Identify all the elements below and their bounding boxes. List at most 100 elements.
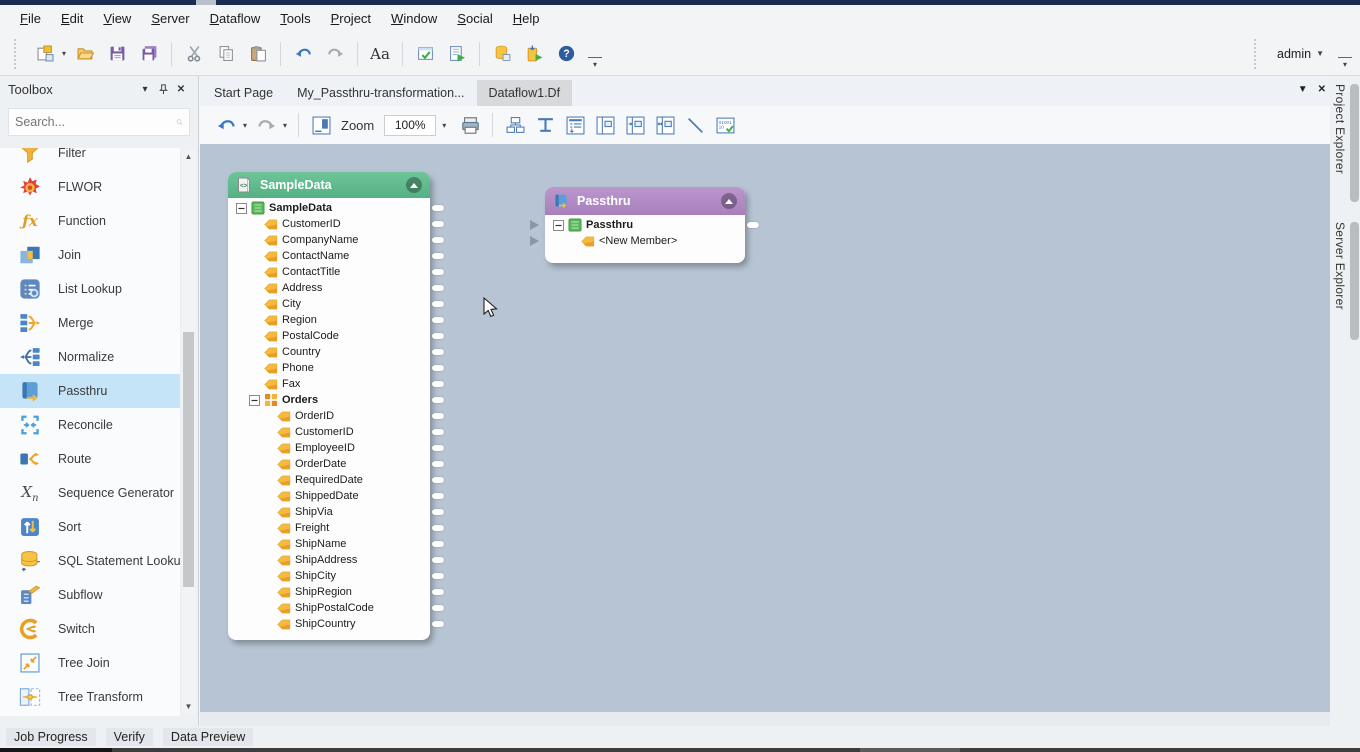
- document-list-dropdown-icon[interactable]: ▼: [1298, 84, 1308, 95]
- tree-row-address[interactable]: Address: [232, 280, 428, 296]
- layout-options-icon[interactable]: [307, 112, 335, 138]
- undo-icon[interactable]: [288, 39, 318, 69]
- vertical-layout-icon[interactable]: [531, 112, 559, 138]
- toolbox-item-flwor[interactable]: FLWOR: [0, 170, 180, 204]
- dock-tab-project-explorer[interactable]: Project Explorer: [1333, 84, 1347, 174]
- toolbox-item-sort[interactable]: Sort: [0, 510, 180, 544]
- tree-row-contacttitle[interactable]: ContactTitle: [232, 264, 428, 280]
- output-port[interactable]: [432, 541, 444, 547]
- source-node-sampledata[interactable]: <> SampleData SampleDataCustomerIDCompan…: [228, 172, 430, 640]
- expand-all-nodes-icon[interactable]: [561, 112, 589, 138]
- input-port-arrow[interactable]: [530, 236, 539, 246]
- toolbar-overflow-button[interactable]: ▾: [588, 57, 602, 73]
- source-node-header[interactable]: <> SampleData: [228, 172, 430, 198]
- output-port[interactable]: [432, 605, 444, 611]
- menu-item-project[interactable]: Project: [321, 7, 381, 30]
- output-port[interactable]: [432, 317, 444, 323]
- toolbar-drag-handle[interactable]: [14, 39, 19, 69]
- menu-item-server[interactable]: Server: [141, 7, 199, 30]
- tree-row-customerid[interactable]: CustomerID: [232, 216, 428, 232]
- link-style-icon[interactable]: [681, 112, 709, 138]
- tree-row-shipaddress[interactable]: ShipAddress: [232, 552, 428, 568]
- redo-icon[interactable]: [252, 112, 280, 138]
- help-icon[interactable]: ?: [551, 39, 581, 69]
- menu-item-help[interactable]: Help: [503, 7, 550, 30]
- toolbox-item-reconcile[interactable]: Reconcile: [0, 408, 180, 442]
- toolbox-item-sequence-generator[interactable]: XnSequence Generator: [0, 476, 180, 510]
- scroll-down-icon[interactable]: ▼: [182, 700, 195, 714]
- scrollbar-thumb[interactable]: [183, 332, 194, 587]
- toolbox-item-function[interactable]: ƒxFunction: [0, 204, 180, 238]
- output-port[interactable]: [747, 222, 759, 228]
- menu-item-file[interactable]: File: [10, 7, 51, 30]
- menu-item-window[interactable]: Window: [381, 7, 447, 30]
- output-port[interactable]: [432, 509, 444, 515]
- database-job-icon[interactable]: [487, 39, 517, 69]
- transform-node-passthru[interactable]: Passthru Passthru<New Member>: [545, 187, 745, 263]
- close-document-icon[interactable]: ✕: [1318, 84, 1326, 95]
- status-tab-data-preview[interactable]: Data Preview: [163, 728, 253, 746]
- toolbox-item-tree-join[interactable]: Tree Join: [0, 646, 180, 680]
- tree-row-orderdate[interactable]: OrderDate: [232, 456, 428, 472]
- tree-row-country[interactable]: Country: [232, 344, 428, 360]
- verify-dataflow-icon[interactable]: [410, 39, 440, 69]
- output-port[interactable]: [432, 589, 444, 595]
- output-port[interactable]: [432, 301, 444, 307]
- tree-row-employeeid[interactable]: EmployeeID: [232, 440, 428, 456]
- expander-minus-icon[interactable]: [236, 203, 247, 214]
- tree-row-orders[interactable]: Orders: [232, 392, 428, 408]
- new-document-icon[interactable]: [30, 39, 60, 69]
- zoom-dropdown-icon[interactable]: ▾: [442, 121, 446, 130]
- toolbox-item-subflow[interactable]: Subflow: [0, 578, 180, 612]
- output-port[interactable]: [432, 445, 444, 451]
- tree-row-city[interactable]: City: [232, 296, 428, 312]
- toolbox-item-tree-transform[interactable]: Tree Transform: [0, 680, 180, 714]
- menu-item-tools[interactable]: Tools: [270, 7, 320, 30]
- redo-icon[interactable]: [320, 39, 350, 69]
- output-port[interactable]: [432, 573, 444, 579]
- output-port[interactable]: [432, 365, 444, 371]
- close-icon[interactable]: ✕: [172, 80, 190, 98]
- output-port[interactable]: [432, 621, 444, 627]
- run-dataflow-icon[interactable]: [442, 39, 472, 69]
- font-icon[interactable]: Aa: [365, 39, 395, 69]
- status-tab-job-progress[interactable]: Job Progress: [6, 728, 96, 746]
- tree-row-shipname[interactable]: ShipName: [232, 536, 428, 552]
- redo-dropdown-icon[interactable]: ▾: [280, 121, 290, 130]
- dock-tab-server-explorer[interactable]: Server Explorer: [1333, 222, 1347, 310]
- tree-row-passthru[interactable]: Passthru: [549, 217, 743, 233]
- user-menu[interactable]: admin ▼: [1269, 43, 1332, 65]
- tree-row-freight[interactable]: Freight: [232, 520, 428, 536]
- print-icon[interactable]: [456, 112, 484, 138]
- tree-row-postalcode[interactable]: PostalCode: [232, 328, 428, 344]
- output-port[interactable]: [432, 461, 444, 467]
- undo-icon[interactable]: [212, 112, 240, 138]
- toolbox-item-filter[interactable]: Filter: [0, 148, 180, 170]
- tree-row-companyname[interactable]: CompanyName: [232, 232, 428, 248]
- tree-row-orderid[interactable]: OrderID: [232, 408, 428, 424]
- output-port[interactable]: [432, 237, 444, 243]
- cut-icon[interactable]: [179, 39, 209, 69]
- output-port[interactable]: [432, 349, 444, 355]
- tree-row-shipregion[interactable]: ShipRegion: [232, 584, 428, 600]
- output-port[interactable]: [432, 285, 444, 291]
- output-port[interactable]: [432, 493, 444, 499]
- output-port[interactable]: [432, 333, 444, 339]
- output-port[interactable]: [432, 381, 444, 387]
- tree-row-customerid[interactable]: CustomerID: [232, 424, 428, 440]
- toolbox-scrollbar[interactable]: ▲ ▼: [182, 150, 195, 714]
- tree-row-new-member[interactable]: <New Member>: [549, 233, 743, 249]
- collapse-node-button[interactable]: [721, 193, 737, 209]
- tree-row-shipcity[interactable]: ShipCity: [232, 568, 428, 584]
- collapse-node-icon[interactable]: [591, 112, 619, 138]
- expander-minus-icon[interactable]: [553, 220, 564, 231]
- toolbox-item-switch[interactable]: Switch: [0, 612, 180, 646]
- status-tab-verify[interactable]: Verify: [106, 728, 153, 746]
- expand-node-wide-icon[interactable]: [651, 112, 679, 138]
- menu-item-view[interactable]: View: [93, 7, 141, 30]
- search-input[interactable]: [15, 115, 176, 129]
- paste-icon[interactable]: [243, 39, 273, 69]
- output-port[interactable]: [432, 477, 444, 483]
- tree-row-shipcountry[interactable]: ShipCountry: [232, 616, 428, 632]
- menu-item-social[interactable]: Social: [447, 7, 502, 30]
